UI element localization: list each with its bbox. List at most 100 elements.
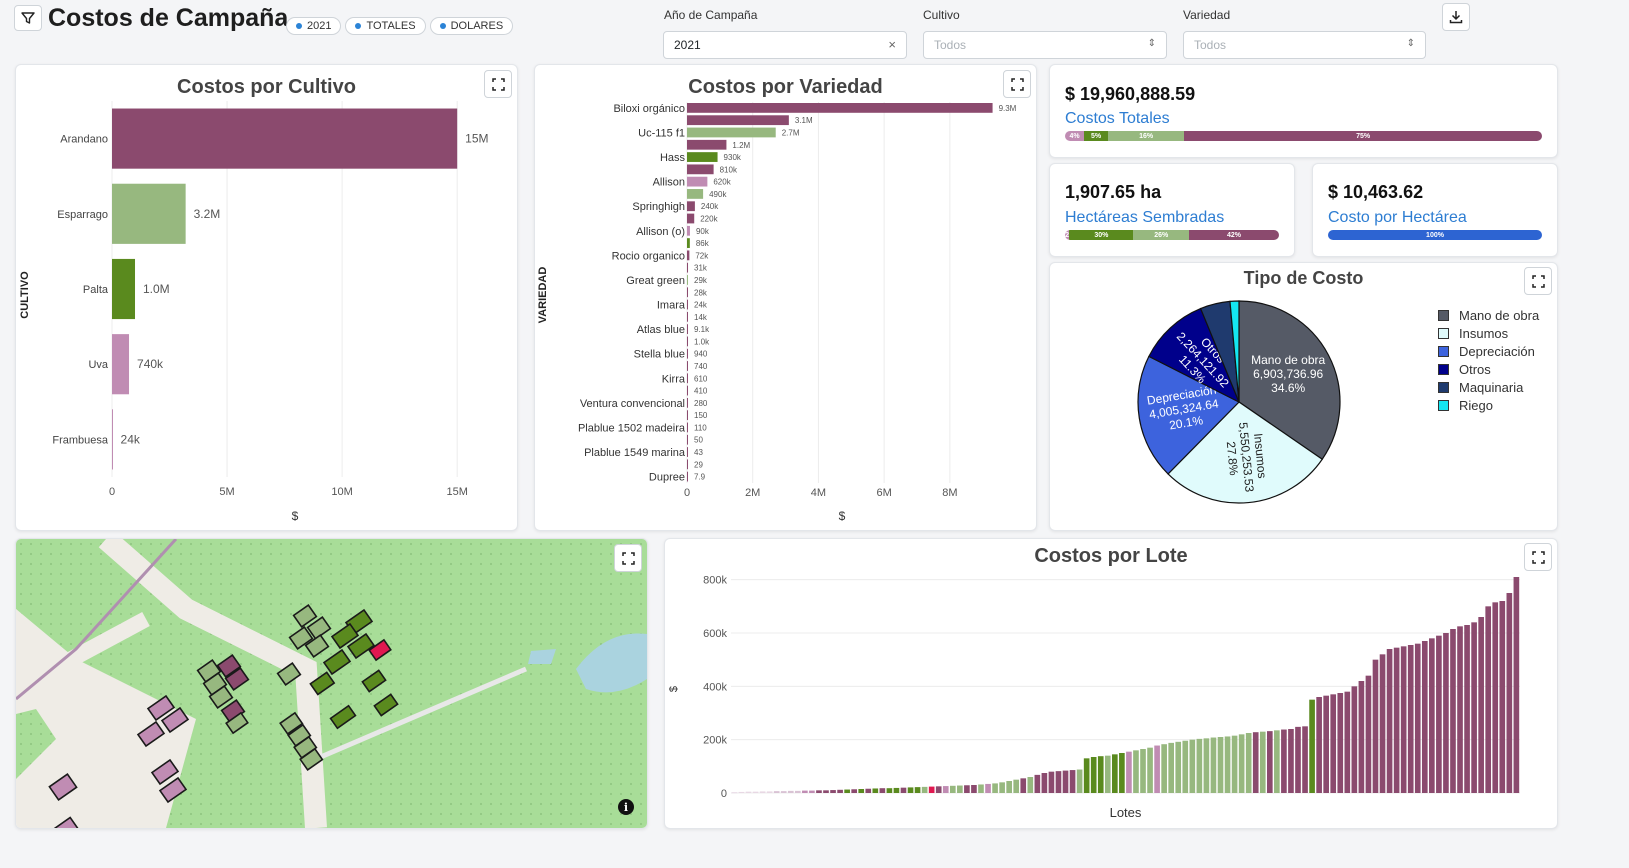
year-filter-select[interactable]: 2021 × bbox=[663, 31, 907, 59]
bar[interactable] bbox=[687, 287, 688, 298]
bar[interactable] bbox=[1302, 726, 1308, 793]
bar[interactable] bbox=[1351, 686, 1358, 793]
bar[interactable] bbox=[687, 410, 688, 421]
bar[interactable] bbox=[1168, 742, 1175, 793]
bar[interactable] bbox=[1414, 643, 1421, 793]
bar[interactable] bbox=[1245, 733, 1252, 793]
bar[interactable] bbox=[1252, 732, 1259, 793]
bar[interactable] bbox=[1274, 730, 1280, 793]
bar[interactable] bbox=[964, 785, 970, 793]
bar[interactable] bbox=[942, 786, 949, 793]
bar[interactable] bbox=[985, 783, 991, 793]
crop-filter-select[interactable]: Todos ⇕ bbox=[923, 31, 1167, 59]
legend-item[interactable]: Maquinaria bbox=[1438, 378, 1539, 396]
bar[interactable] bbox=[1429, 638, 1435, 793]
bar[interactable] bbox=[687, 434, 688, 445]
bar[interactable] bbox=[1090, 757, 1097, 793]
bar[interactable] bbox=[687, 139, 727, 150]
bar[interactable] bbox=[112, 409, 113, 470]
bar[interactable] bbox=[687, 164, 714, 175]
bar[interactable] bbox=[1259, 731, 1266, 793]
clear-icon[interactable]: × bbox=[888, 37, 896, 52]
bar[interactable] bbox=[1421, 641, 1428, 793]
bar[interactable] bbox=[935, 786, 942, 793]
bar[interactable] bbox=[787, 790, 794, 793]
bar[interactable] bbox=[921, 786, 928, 793]
bar[interactable] bbox=[1386, 649, 1393, 793]
bar[interactable] bbox=[999, 782, 1005, 793]
bar[interactable] bbox=[1457, 626, 1463, 793]
bar[interactable] bbox=[1436, 635, 1442, 793]
bar[interactable] bbox=[687, 115, 789, 126]
bar[interactable] bbox=[687, 348, 688, 359]
bar[interactable] bbox=[759, 791, 766, 793]
bar[interactable] bbox=[1104, 755, 1111, 793]
bar[interactable] bbox=[687, 361, 688, 371]
bar[interactable] bbox=[687, 471, 688, 482]
bar[interactable] bbox=[1266, 731, 1273, 793]
bar[interactable] bbox=[687, 299, 688, 310]
fullscreen-button[interactable] bbox=[614, 544, 642, 572]
bar[interactable] bbox=[687, 201, 695, 212]
download-button[interactable] bbox=[1442, 3, 1470, 31]
bar[interactable] bbox=[795, 790, 801, 793]
bar[interactable] bbox=[1034, 774, 1041, 793]
bar[interactable] bbox=[1182, 740, 1189, 793]
bar[interactable] bbox=[837, 789, 843, 793]
bar[interactable] bbox=[1330, 694, 1337, 793]
bar[interactable] bbox=[1224, 736, 1231, 793]
bar[interactable] bbox=[928, 786, 935, 793]
bar[interactable] bbox=[1478, 617, 1484, 793]
bar[interactable] bbox=[745, 791, 752, 793]
bar[interactable] bbox=[1288, 729, 1294, 793]
bar[interactable] bbox=[971, 785, 977, 793]
bar[interactable] bbox=[844, 789, 850, 793]
legend-item[interactable]: Otros bbox=[1438, 360, 1539, 378]
bar[interactable] bbox=[1506, 593, 1513, 793]
bar[interactable] bbox=[1048, 771, 1055, 793]
bar[interactable] bbox=[1196, 738, 1203, 793]
bar[interactable] bbox=[731, 792, 738, 794]
bar[interactable] bbox=[1309, 699, 1315, 793]
bar[interactable] bbox=[1069, 770, 1076, 793]
bar[interactable] bbox=[1358, 681, 1365, 793]
bar[interactable] bbox=[1161, 744, 1167, 793]
bar[interactable] bbox=[687, 447, 688, 457]
bar[interactable] bbox=[738, 791, 745, 793]
bar[interactable] bbox=[992, 783, 998, 793]
bar[interactable] bbox=[687, 127, 776, 138]
bar[interactable] bbox=[893, 787, 900, 793]
bar[interactable] bbox=[1393, 647, 1400, 793]
bar[interactable] bbox=[687, 225, 690, 236]
bar[interactable] bbox=[1450, 629, 1456, 793]
bar[interactable] bbox=[687, 373, 688, 384]
bar[interactable] bbox=[957, 785, 963, 793]
bar[interactable] bbox=[907, 787, 914, 793]
bar[interactable] bbox=[1055, 771, 1062, 793]
legend-item[interactable]: Mano de obra bbox=[1438, 306, 1539, 324]
bar[interactable] bbox=[1126, 751, 1132, 793]
bar[interactable] bbox=[687, 422, 688, 433]
bar[interactable] bbox=[1112, 754, 1118, 793]
bar[interactable] bbox=[816, 790, 822, 793]
bar[interactable] bbox=[687, 250, 690, 261]
bar[interactable] bbox=[687, 103, 993, 113]
bar[interactable] bbox=[1281, 729, 1287, 793]
bar[interactable] bbox=[1323, 695, 1329, 793]
legend-item[interactable]: Riego bbox=[1438, 396, 1539, 414]
filter-button[interactable] bbox=[14, 5, 42, 31]
bar[interactable] bbox=[1189, 739, 1196, 793]
lotes-map[interactable] bbox=[16, 539, 647, 828]
bar[interactable] bbox=[1210, 737, 1217, 793]
bar[interactable] bbox=[1133, 750, 1139, 793]
bar[interactable] bbox=[1295, 726, 1301, 793]
bar[interactable] bbox=[687, 213, 695, 224]
bar[interactable] bbox=[112, 258, 136, 320]
bar[interactable] bbox=[1175, 741, 1182, 793]
bar[interactable] bbox=[1076, 769, 1083, 793]
bar[interactable] bbox=[978, 784, 984, 793]
bar[interactable] bbox=[1513, 577, 1520, 793]
bar[interactable] bbox=[802, 790, 808, 793]
bar[interactable] bbox=[900, 787, 907, 793]
bar[interactable] bbox=[1316, 697, 1322, 793]
